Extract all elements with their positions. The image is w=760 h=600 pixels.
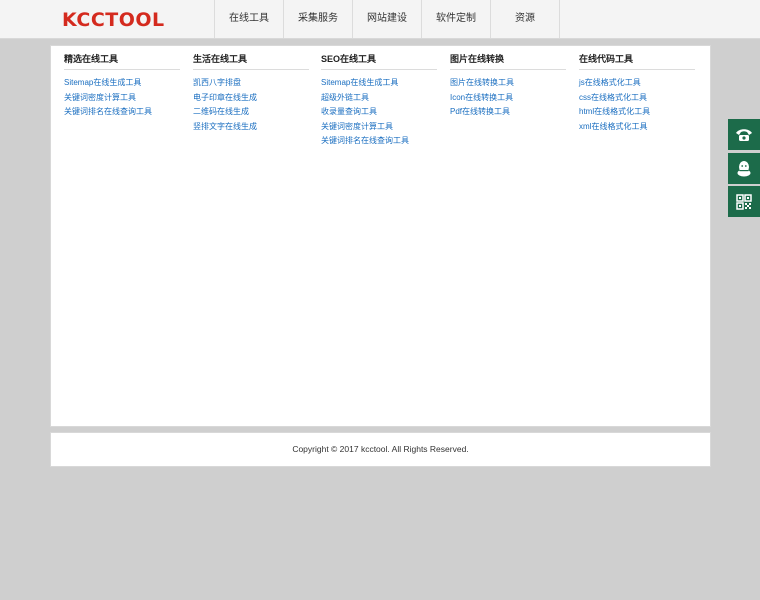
column-title: 生活在线工具 <box>193 46 309 70</box>
tool-link[interactable]: 收录量查询工具 <box>321 105 437 120</box>
tool-link[interactable]: Sitemap在线生成工具 <box>64 76 180 91</box>
column-life-tools: 生活在线工具 凯西八字排盘 电子印章在线生成 二维码在线生成 竖排文字在线生成 <box>193 46 309 134</box>
nav-item-online-tools[interactable]: 在线工具 <box>214 0 283 38</box>
qrcode-icon <box>736 193 752 210</box>
tool-link[interactable]: html在线格式化工具 <box>579 105 695 120</box>
tool-link[interactable]: 关键词密度计算工具 <box>321 120 437 135</box>
side-qrcode-button[interactable] <box>728 186 760 217</box>
tools-menu-panel: 精选在线工具 Sitemap在线生成工具 关键词密度计算工具 关键词排名在线查询… <box>50 45 711 427</box>
column-title: SEO在线工具 <box>321 46 437 70</box>
tool-link[interactable]: 图片在线转换工具 <box>450 76 566 91</box>
tool-link[interactable]: css在线格式化工具 <box>579 91 695 106</box>
side-phone-button[interactable] <box>728 119 760 150</box>
tool-link[interactable]: 关键词排名在线查询工具 <box>64 105 180 120</box>
nav-item-website-building[interactable]: 网站建设 <box>352 0 421 38</box>
column-title: 在线代码工具 <box>579 46 695 70</box>
top-navigation-bar: KCCTOOL 在线工具 采集服务 网站建设 软件定制 资源 <box>0 0 760 39</box>
tool-link[interactable]: Pdf在线转换工具 <box>450 105 566 120</box>
tool-link[interactable]: xml在线格式化工具 <box>579 120 695 135</box>
tool-link[interactable]: 关键词排名在线查询工具 <box>321 134 437 149</box>
tool-link[interactable]: js在线格式化工具 <box>579 76 695 91</box>
nav-item-data-collection[interactable]: 采集服务 <box>283 0 352 38</box>
tool-link[interactable]: 竖排文字在线生成 <box>193 120 309 135</box>
footer-copyright: Copyright © 2017 kcctool. All Rights Res… <box>50 432 711 467</box>
tool-link[interactable]: 二维码在线生成 <box>193 105 309 120</box>
column-code-tools: 在线代码工具 js在线格式化工具 css在线格式化工具 html在线格式化工具 … <box>579 46 695 134</box>
qq-icon <box>737 160 751 176</box>
column-image-converters: 图片在线转换 图片在线转换工具 Icon在线转换工具 Pdf在线转换工具 <box>450 46 566 120</box>
nav-item-resources[interactable]: 资源 <box>490 0 560 38</box>
tool-link[interactable]: Sitemap在线生成工具 <box>321 76 437 91</box>
column-featured-tools: 精选在线工具 Sitemap在线生成工具 关键词密度计算工具 关键词排名在线查询… <box>64 46 180 120</box>
column-seo-tools: SEO在线工具 Sitemap在线生成工具 超级外链工具 收录量查询工具 关键词… <box>321 46 437 149</box>
tool-link[interactable]: 超级外链工具 <box>321 91 437 106</box>
tool-link[interactable]: 关键词密度计算工具 <box>64 91 180 106</box>
column-title: 精选在线工具 <box>64 46 180 70</box>
site-logo[interactable]: KCCTOOL <box>62 9 165 31</box>
tool-link[interactable]: 凯西八字排盘 <box>193 76 309 91</box>
side-qq-button[interactable] <box>728 153 760 184</box>
phone-icon <box>736 128 752 141</box>
nav-item-custom-software[interactable]: 软件定制 <box>421 0 490 38</box>
tool-link[interactable]: Icon在线转换工具 <box>450 91 566 106</box>
column-title: 图片在线转换 <box>450 46 566 70</box>
main-nav: 在线工具 采集服务 网站建设 软件定制 资源 <box>214 0 560 38</box>
tool-link[interactable]: 电子印章在线生成 <box>193 91 309 106</box>
